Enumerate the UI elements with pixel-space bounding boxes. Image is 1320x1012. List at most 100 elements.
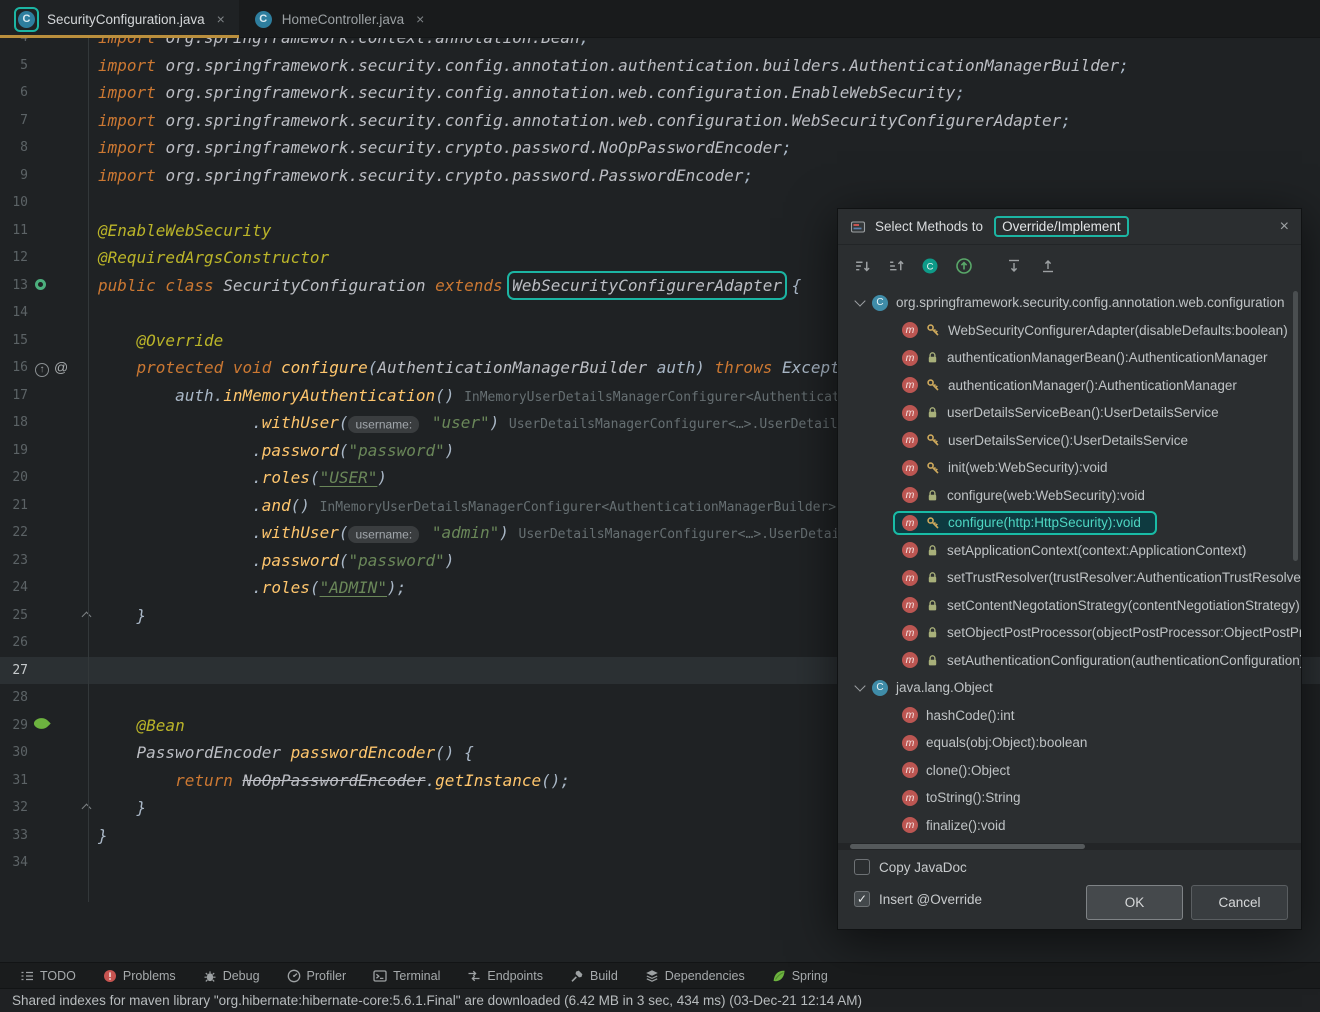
tree-method-row[interactable]: m equals(obj:Object):boolean (838, 729, 1301, 757)
tree-item-label: setContentNegotationStrategy(contentNego… (947, 597, 1300, 613)
tool-window-button-problems[interactable]: Problems (103, 969, 176, 983)
spring-leaf-icon[interactable] (32, 712, 51, 740)
tool-window-button-build[interactable]: Build (570, 969, 618, 983)
tool-window-label: Debug (222, 968, 260, 983)
tree-method-row[interactable]: m finalize():void (838, 812, 1301, 840)
tree-item-label: userDetailsService():UserDetailsService (948, 432, 1189, 448)
close-tab-icon[interactable]: × (416, 11, 424, 27)
tree-item-label: equals(obj:Object):boolean (926, 735, 1088, 751)
problems-icon (103, 969, 117, 983)
code-text: .withUser(username: "user") UserDetailsM… (98, 413, 901, 433)
java-class-icon: C (14, 6, 39, 32)
editor-tab-1[interactable]: C SecurityConfiguration.java × (0, 0, 239, 38)
tree-item-label: clone():Object (926, 762, 1011, 778)
endpoints-icon (467, 969, 481, 983)
tree-method-row[interactable]: m authenticationManager():AuthenticationM… (838, 372, 1301, 400)
expand-all-icon[interactable] (1004, 256, 1024, 276)
tool-window-bar: TODO Problems Debug Profiler Terminal Endpoin… (0, 962, 1320, 988)
sort-visibility-icon[interactable] (886, 256, 906, 276)
tree-method-row[interactable]: m setContentNegotationStrategy(contentNeg… (838, 592, 1301, 620)
tool-window-button-terminal[interactable]: Terminal (373, 969, 440, 983)
code-line-7[interactable]: 7 import org.springframework.security.con… (0, 107, 1320, 135)
tree-item-label: init(web:WebSecurity):void (948, 460, 1108, 476)
tree-method-row[interactable]: m userDetailsService():UserDetailsService (838, 427, 1301, 455)
code-text: @Override (136, 330, 224, 350)
tree-method-row[interactable]: m toString():String (838, 784, 1301, 812)
code-text: } (98, 825, 108, 845)
code-line-9[interactable]: 9 import org.springframework.security.cry… (0, 162, 1320, 190)
tab-label: SecurityConfiguration.java (47, 11, 205, 27)
method-icon: m (902, 459, 918, 476)
collapse-all-icon[interactable] (1038, 256, 1058, 276)
code-text: import org.springframework.security.conf… (98, 55, 1129, 75)
copy-javadoc-checkbox[interactable] (854, 859, 870, 875)
cancel-button[interactable]: Cancel (1191, 885, 1288, 920)
scrollbar-thumb[interactable] (850, 844, 1085, 849)
tree-method-row[interactable]: m WebSecurityConfigurerAdapter(disableDef… (838, 317, 1301, 345)
gutter (28, 189, 94, 217)
close-icon[interactable]: × (1280, 218, 1289, 236)
show-inherited-icon[interactable] (954, 256, 974, 276)
tree-item-label: finalize():void (926, 817, 1006, 833)
code-text: import org.springframework.context.annot… (98, 38, 589, 47)
gutter (28, 574, 94, 602)
tree-item-label: setAuthenticationConfiguration(authentic… (947, 652, 1301, 668)
line-number: 10 (12, 195, 28, 211)
lock-icon (926, 544, 939, 557)
tree-item-label: setObjectPostProcessor(objectPostProcess… (947, 625, 1301, 641)
gutter (28, 79, 94, 107)
tree-method-row[interactable]: m userDetailsServiceBean():UserDetailsSer… (838, 399, 1301, 427)
gutter (28, 684, 94, 712)
status-message: Shared indexes for maven library "org.hi… (12, 993, 863, 1008)
fold-column-divider (88, 38, 89, 902)
tree-method-row[interactable]: m setApplicationContext(context:Applicati… (838, 537, 1301, 565)
tree-method-row[interactable]: m setAuthenticationConfiguration(authenti… (838, 647, 1301, 675)
code-line-5[interactable]: 5 import org.springframework.security.con… (0, 52, 1320, 80)
lock-icon (926, 489, 939, 502)
tool-window-button-profiler[interactable]: Profiler (287, 969, 346, 983)
vertical-scrollbar[interactable] (1293, 291, 1298, 561)
tool-window-button-todo[interactable]: TODO (20, 969, 76, 983)
code-line-6[interactable]: 6 import org.springframework.security.con… (0, 79, 1320, 107)
tool-window-button-debug[interactable]: Debug (203, 969, 260, 983)
tree-method-row[interactable]: m hashCode():int (838, 702, 1301, 730)
chevron-down-icon[interactable] (854, 295, 866, 307)
insert-override-checkbox[interactable]: ✓ (854, 891, 870, 907)
close-tab-icon[interactable]: × (217, 11, 225, 27)
tree-item-label: java.lang.Object (896, 680, 993, 696)
tool-window-label: TODO (40, 968, 76, 983)
lock-icon (926, 599, 939, 612)
sort-alpha-icon[interactable] (852, 256, 872, 276)
ok-button[interactable]: OK (1086, 885, 1183, 920)
tree-method-row[interactable]: m init(web:WebSecurity):void (838, 454, 1301, 482)
line-number: 7 (20, 112, 28, 128)
lock-icon (926, 406, 939, 419)
tree-item-label: hashCode():int (926, 707, 1015, 723)
code-line-4[interactable]: 4 import org.springframework.context.anno… (0, 38, 1320, 52)
tree-method-row[interactable]: m clone():Object (838, 757, 1301, 785)
tree-group-row[interactable]: Corg.springframework.security.config.ann… (838, 289, 1301, 317)
code-line-8[interactable]: 8 import org.springframework.security.cry… (0, 134, 1320, 162)
tree-method-row[interactable]: m setObjectPostProcessor(objectPostProces… (838, 619, 1301, 647)
line-number: 5 (20, 57, 28, 73)
method-icon: m (902, 487, 918, 504)
tree-method-row[interactable]: m authenticationManagerBean():Authenticat… (838, 344, 1301, 372)
spring-bean-icon[interactable] (35, 272, 46, 300)
override-icon[interactable]: ↑ (35, 354, 49, 382)
tree-method-row[interactable]: m setTrustResolver(trustResolver:Authenti… (838, 564, 1301, 592)
show-classes-icon[interactable]: C (920, 256, 940, 276)
horizontal-scrollbar[interactable] (838, 843, 1301, 850)
code-text: .roles("USER") (98, 468, 388, 488)
annotation-icon[interactable]: @ (54, 354, 68, 382)
tool-window-label: Terminal (393, 968, 441, 983)
tree-group-row[interactable]: Cjava.lang.Object (838, 674, 1301, 702)
tree-method-row[interactable]: m configure(web:WebSecurity):void (838, 482, 1301, 510)
line-number: 17 (12, 387, 28, 403)
tool-window-button-dependencies[interactable]: Dependencies (645, 969, 745, 983)
editor-tab-2[interactable]: C HomeController.java × (239, 0, 439, 38)
line-number: 32 (12, 800, 28, 816)
tool-window-button-spring[interactable]: Spring (772, 969, 828, 983)
chevron-down-icon[interactable] (854, 680, 866, 692)
tree-method-row[interactable]: m configure(http:HttpSecurity):void (838, 509, 1301, 537)
tool-window-button-endpoints[interactable]: Endpoints (467, 969, 543, 983)
